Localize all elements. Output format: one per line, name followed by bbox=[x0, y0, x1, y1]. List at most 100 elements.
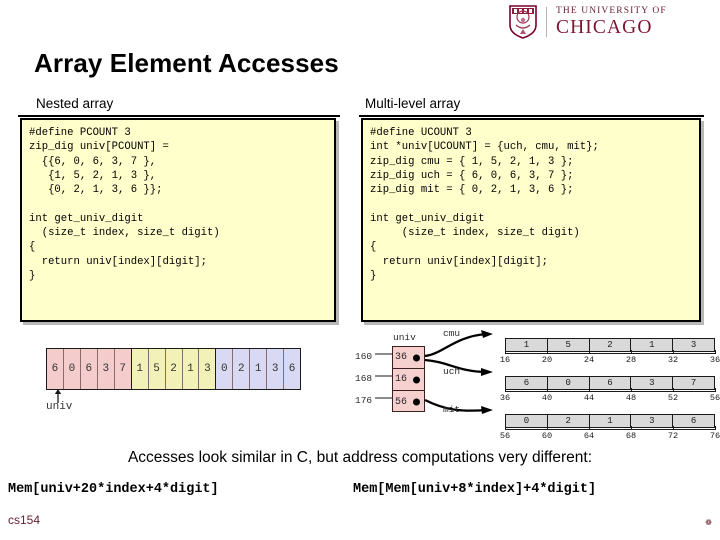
row-label-uch: uch bbox=[443, 366, 461, 377]
mem-cell: 2 bbox=[548, 415, 590, 427]
axis-tick-label: 72 bbox=[667, 431, 679, 441]
left-header-rule bbox=[18, 115, 340, 117]
pointer-address-0: 160 bbox=[355, 351, 373, 362]
axis-tick-label: 68 bbox=[625, 431, 637, 441]
array-cell: 7 bbox=[114, 349, 132, 389]
axis-tick-label: 44 bbox=[583, 393, 595, 403]
array-cell: 3 bbox=[97, 349, 115, 389]
axis-mit: 56 60 64 68 72 76 bbox=[500, 426, 720, 441]
axis-tick-label: 56 bbox=[709, 393, 720, 403]
axis-tick-label: 36 bbox=[709, 355, 720, 365]
axis-uch: 36 40 44 48 52 56 bbox=[500, 388, 720, 403]
summary-text: Accesses look similar in C, but address … bbox=[127, 449, 593, 466]
left-column-header: Nested array bbox=[36, 96, 114, 111]
mem-row-cmu: 15213 bbox=[505, 338, 715, 352]
axis-tick-label: 52 bbox=[667, 393, 679, 403]
axis-tick bbox=[715, 350, 717, 354]
mem-cell: 6 bbox=[690, 416, 697, 426]
axis-tick-label: 16 bbox=[499, 355, 511, 365]
axis-tick bbox=[673, 350, 675, 354]
axis-tick-label: 28 bbox=[625, 355, 637, 365]
mem-cell: 3 bbox=[690, 340, 697, 350]
logo-divider bbox=[546, 7, 547, 37]
axis-tick bbox=[631, 388, 633, 392]
array-cell: 1 bbox=[131, 349, 149, 389]
axis-tick bbox=[715, 388, 717, 392]
pointer-address-1: 168 bbox=[355, 373, 373, 384]
mem-cell: 5 bbox=[548, 339, 590, 351]
row-label-mit: mit bbox=[443, 404, 461, 415]
row-label-cmu: cmu bbox=[443, 328, 461, 339]
mem-cell: 3 bbox=[631, 377, 674, 389]
axis-tick bbox=[547, 388, 549, 392]
axis-line bbox=[505, 391, 715, 393]
array-cell: 3 bbox=[199, 349, 217, 389]
mem-expression-nested: Mem[univ+20*index+4*digit] bbox=[8, 482, 219, 497]
mem-cell: 2 bbox=[590, 339, 632, 351]
axis-tick-label: 36 bbox=[499, 393, 511, 403]
mem-row-uch: 60637 bbox=[505, 376, 715, 390]
pointer-value: 36 bbox=[395, 352, 408, 363]
axis-tick-label: 40 bbox=[541, 393, 553, 403]
axis-tick bbox=[505, 388, 507, 392]
mem-cell: 1 bbox=[506, 339, 548, 351]
axis-tick-label: 56 bbox=[499, 431, 511, 441]
array-cell: 2 bbox=[165, 349, 183, 389]
array-cell: 6 bbox=[80, 349, 98, 389]
array-cell: 0 bbox=[63, 349, 81, 389]
pointer-value: 56 bbox=[395, 396, 408, 408]
mem-cell: 0 bbox=[548, 377, 590, 389]
logo-line-1: THE UNIVERSITY OF bbox=[556, 6, 667, 16]
pointer-address-2: 176 bbox=[355, 395, 373, 406]
axis-cmu: 16 20 24 28 32 36 bbox=[500, 350, 720, 365]
axis-tick bbox=[547, 426, 549, 430]
axis-tick bbox=[673, 426, 675, 430]
mem-cell: 1 bbox=[590, 415, 632, 427]
axis-tick bbox=[547, 350, 549, 354]
array-cell: 0 bbox=[216, 349, 234, 389]
array-cell: 2 bbox=[233, 349, 251, 389]
logo-line-2: CHICAGO bbox=[556, 17, 653, 38]
axis-tick bbox=[631, 426, 633, 430]
axis-line bbox=[505, 429, 715, 431]
axis-tick bbox=[589, 350, 591, 354]
axis-tick bbox=[505, 350, 507, 354]
multi-level-memory-diagram: 160 168 176 univ 36 16 56 cmu uch mit 1521… bbox=[355, 328, 720, 441]
uchicago-logo: THE UNIVERSITY OF CHICAGO bbox=[508, 4, 716, 40]
axis-tick-label: 64 bbox=[583, 431, 595, 441]
axis-tick bbox=[715, 426, 717, 430]
axis-tick-label: 20 bbox=[541, 355, 553, 365]
nested-univ-pointer-label: univ bbox=[46, 401, 73, 413]
page-number: ❁ bbox=[705, 518, 712, 527]
page-title: Array Element Accesses bbox=[34, 48, 339, 78]
axis-line bbox=[505, 353, 715, 355]
axis-tick bbox=[589, 388, 591, 392]
axis-tick-label: 32 bbox=[667, 355, 679, 365]
mem-cell: 1 bbox=[631, 339, 674, 351]
axis-tick bbox=[589, 426, 591, 430]
univ-pointer-array-label: univ bbox=[393, 332, 416, 343]
axis-tick-label: 76 bbox=[709, 431, 720, 441]
axis-tick bbox=[673, 388, 675, 392]
logo-wordmark: THE UNIVERSITY OF CHICAGO bbox=[556, 6, 667, 38]
right-header-rule bbox=[359, 115, 704, 117]
pointer-value: 16 bbox=[395, 374, 408, 385]
array-cell: 6 bbox=[284, 349, 301, 389]
nested-array-code-block: #define PCOUNT 3 zip_dig univ[PCOUNT] = … bbox=[20, 118, 336, 322]
array-cell: 3 bbox=[267, 349, 285, 389]
mem-cell: 7 bbox=[690, 378, 697, 388]
array-cell: 5 bbox=[148, 349, 166, 389]
course-tag: cs154 bbox=[8, 513, 41, 527]
slide-root: THE UNIVERSITY OF CHICAGO Array Element … bbox=[0, 0, 720, 540]
axis-tick-label: 24 bbox=[583, 355, 595, 365]
array-cell: 1 bbox=[182, 349, 200, 389]
array-cell: 6 bbox=[47, 349, 64, 389]
array-cell: 1 bbox=[250, 349, 268, 389]
nested-array-memory-diagram: 606371521302136 bbox=[46, 348, 301, 390]
axis-tick-label: 48 bbox=[625, 393, 637, 403]
mem-row-mit: 0213 6 bbox=[505, 414, 715, 428]
mem-cell: 6 bbox=[590, 377, 632, 389]
mem-expression-multilevel: Mem[Mem[univ+8*index]+4*digit] bbox=[353, 482, 597, 497]
axis-tick-label: 60 bbox=[541, 431, 553, 441]
multi-level-array-code-block: #define UCOUNT 3 int *univ[UCOUNT] = {uc… bbox=[361, 118, 701, 322]
